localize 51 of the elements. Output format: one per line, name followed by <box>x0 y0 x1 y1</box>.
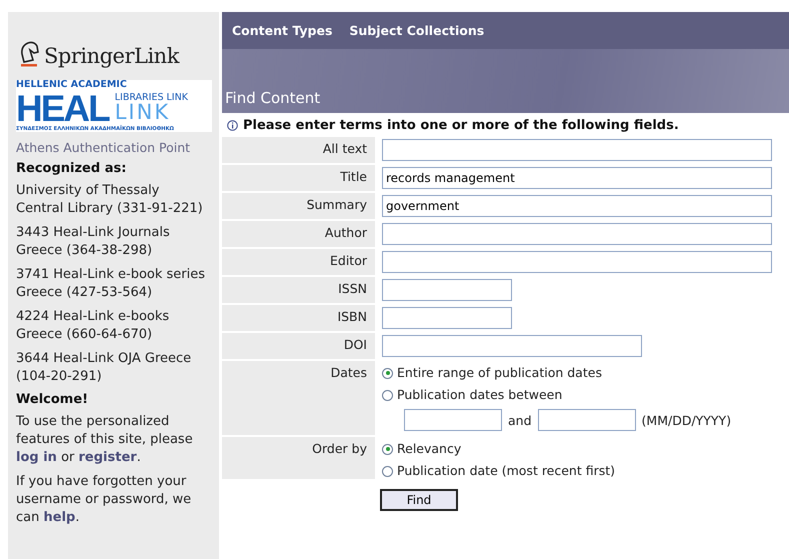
institution-text: 3644 Heal-Link OJA Greece (104-20-291) <box>16 350 192 386</box>
text-link[interactable]: register <box>78 450 137 465</box>
brand-name[interactable]: SpringerLink <box>44 44 179 68</box>
institution-text: 4224 Heal-Link e-books Greece (660-64-670) <box>16 308 170 344</box>
radio-label: Entire range of publication dates <box>397 365 602 381</box>
input-field[interactable] <box>382 251 772 273</box>
radio-label: Publication dates between <box>397 387 562 403</box>
field-label: ISSN <box>222 277 375 303</box>
instruction-text: Please enter terms into one or more of the following fields. <box>243 118 679 133</box>
page-title: Find Content <box>225 89 320 107</box>
joiner-text: and <box>508 412 532 428</box>
text-link[interactable]: log in <box>16 450 57 465</box>
nav-link[interactable]: Subject Collections <box>349 23 484 38</box>
find-button[interactable]: Find <box>380 489 458 511</box>
field-label: Order by <box>222 437 375 479</box>
input-field[interactable] <box>382 307 512 329</box>
auth-point-label: Athens Authentication Point <box>16 140 192 155</box>
institution-text: University of Thessaly Central Library (331-91-221) <box>16 182 204 218</box>
info-icon <box>227 120 238 131</box>
institution-text: 3741 Heal-Link e-book series Greece (427-53-564) <box>16 266 206 302</box>
field-label: All text <box>222 137 375 163</box>
radio-button[interactable] <box>382 390 393 400</box>
field-label: Dates <box>222 361 375 435</box>
nav-link[interactable]: Content Types <box>232 23 332 38</box>
input-field[interactable]: government <box>382 195 772 217</box>
date-format-hint: (MM/DD/YYYY) <box>642 412 732 428</box>
field-label: Title <box>222 165 375 191</box>
text-link[interactable]: help <box>44 510 76 525</box>
section-heading: Recognized as: <box>16 160 128 176</box>
input-field[interactable]: records management <box>382 167 772 189</box>
radio-button[interactable] <box>382 368 393 378</box>
help-text: To use the personalized features of this site, please log in or register. <box>16 412 194 467</box>
input-field[interactable] <box>382 139 772 161</box>
institution-text: 3443 Heal-Link Journals Greece (364-38-298) <box>16 224 171 260</box>
section-heading: Welcome! <box>16 392 90 407</box>
radio-button[interactable] <box>382 444 393 454</box>
field-label: ISBN <box>222 305 375 331</box>
input-field[interactable] <box>404 409 502 431</box>
input-field[interactable] <box>382 279 512 301</box>
input-field[interactable] <box>382 335 642 357</box>
input-field[interactable] <box>538 409 636 431</box>
help-text: If you have forgotten your username or password, we can help. <box>16 472 192 527</box>
horse-head-icon <box>18 40 40 68</box>
field-label: Author <box>222 221 375 247</box>
field-label: DOI <box>222 333 375 359</box>
field-label: Editor <box>222 249 375 275</box>
field-label: Summary <box>222 193 375 219</box>
input-field[interactable] <box>382 223 772 245</box>
radio-button[interactable] <box>382 466 393 476</box>
radio-label: Publication date (most recent first) <box>397 463 616 479</box>
radio-label: Relevancy <box>397 441 462 457</box>
